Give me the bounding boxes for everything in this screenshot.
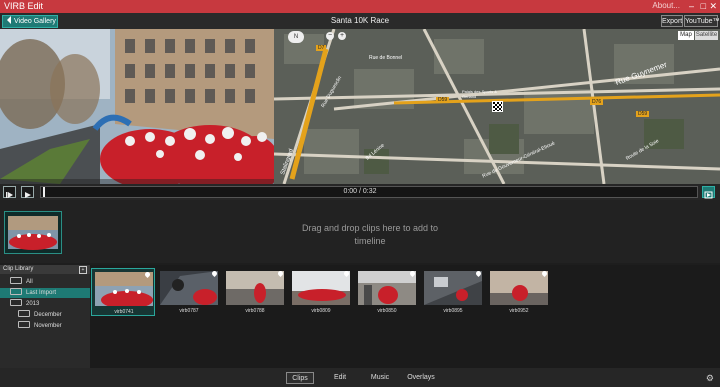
export-button[interactable]: Export [661,15,683,27]
bottom-tab-bar: Clips Edit Music Overlays ⚙ [0,368,720,387]
clip-name: virb0809 [311,308,331,314]
toolbar: Video Gallery Santa 10K Race Export YouT… [0,13,720,29]
minimize-icon[interactable]: – [689,1,694,11]
clip-name: virb0952 [509,308,529,314]
timeline-drop-hint: Drag and drop clips here to add to timel… [301,223,439,246]
add-folder-icon[interactable]: + [79,266,87,274]
road-label-d59b: D59 [636,111,650,117]
clip-name: virb0850 [377,308,397,314]
clip-thumbnail [226,271,284,305]
playback-controls: 0:00 / 0:32 [0,184,720,200]
clip-library-sidebar: Clip Library + All Last Import 2013 Dece… [0,265,90,368]
clip-card[interactable]: virb0952 [487,268,551,316]
clip-name: virb0787 [179,308,199,314]
tab-overlays[interactable]: Overlays [404,372,438,384]
library-item-december[interactable]: December [0,310,90,320]
close-icon[interactable]: ✕ [709,1,717,12]
video-preview[interactable] [0,29,274,184]
library-item-2013[interactable]: 2013 [0,299,90,309]
clip-thumbnail [95,272,153,306]
clip-library-title: Clip Library [3,266,34,272]
clip-thumbnail [292,271,350,305]
library-item-label: December [34,312,62,318]
clip-name: virb0741 [114,309,134,315]
folder-icon [10,288,22,295]
position-marker-icon [492,101,503,112]
timeline-clip[interactable] [4,211,62,254]
folder-icon [10,277,22,284]
road-label-d7: D7 [316,45,327,51]
clip-thumbnail [160,271,218,305]
street-label: Rue de Bonnel [369,55,403,61]
tab-edit[interactable]: Edit [328,372,352,384]
clip-grid: virb0741 virb0787 virb0788 virb0809 virb… [90,265,720,368]
timeline-area[interactable]: Drag and drop clips here to add to timel… [0,200,720,263]
library-item-all[interactable]: All [0,277,90,287]
clip-thumbnail [358,271,416,305]
road-label-d59: D59 [436,97,450,103]
clip-name: virb0788 [245,308,265,314]
gps-map[interactable]: N − + Map Satellite D7 D59 D76 D59 Rue G… [274,29,720,184]
folder-icon [18,321,30,328]
project-title: Santa 10K Race [330,16,390,25]
map-mode-map[interactable]: Map [678,31,694,40]
library-item-label: November [34,323,62,329]
time-readout: 0:00 / 0:32 [343,188,377,195]
tab-clips[interactable]: Clips [286,372,314,384]
zoom-out-icon[interactable]: − [326,32,334,40]
clip-card[interactable]: virb0741 [91,268,155,316]
clip-card[interactable]: virb0895 [421,268,485,316]
map-nav-control[interactable]: N [288,31,304,43]
clip-thumbnail [424,271,482,305]
road-label-d76: D76 [590,99,604,105]
folder-icon [10,299,22,306]
library-item-label: 2013 [26,301,40,307]
clip-card[interactable]: virb0787 [157,268,221,316]
library-item-last-import[interactable]: Last Import [0,288,90,298]
clip-card[interactable]: virb0850 [355,268,419,316]
clip-add-icon [704,191,713,199]
tab-music[interactable]: Music [366,372,394,384]
map-mode-satellite[interactable]: Satellite [695,31,718,40]
about-link[interactable]: About... [652,1,680,10]
zoom-in-icon[interactable]: + [338,32,346,40]
app-title: VIRB Edit [4,1,44,11]
add-to-timeline-button[interactable] [702,186,715,199]
youtube-button[interactable]: YouTube™ [684,15,720,27]
maximize-icon[interactable]: □ [701,1,706,11]
gear-icon[interactable]: ⚙ [706,373,714,384]
library-item-label: Last Import [26,290,57,296]
clip-name: virb0895 [443,308,463,314]
place-label: Palais des Sports & Gerland [462,89,497,99]
clip-card[interactable]: virb0788 [223,268,287,316]
folder-icon [18,310,30,317]
video-frame-image [0,29,274,184]
title-bar: VIRB Edit About... – □ ✕ [0,0,720,13]
library-item-label: All [26,279,33,285]
clip-thumbnail [490,271,548,305]
clip-card[interactable]: virb0809 [289,268,353,316]
timeline-clip-thumbnail [8,216,58,250]
library-item-november[interactable]: November [0,321,90,331]
clip-library-header: Clip Library + [0,265,90,274]
